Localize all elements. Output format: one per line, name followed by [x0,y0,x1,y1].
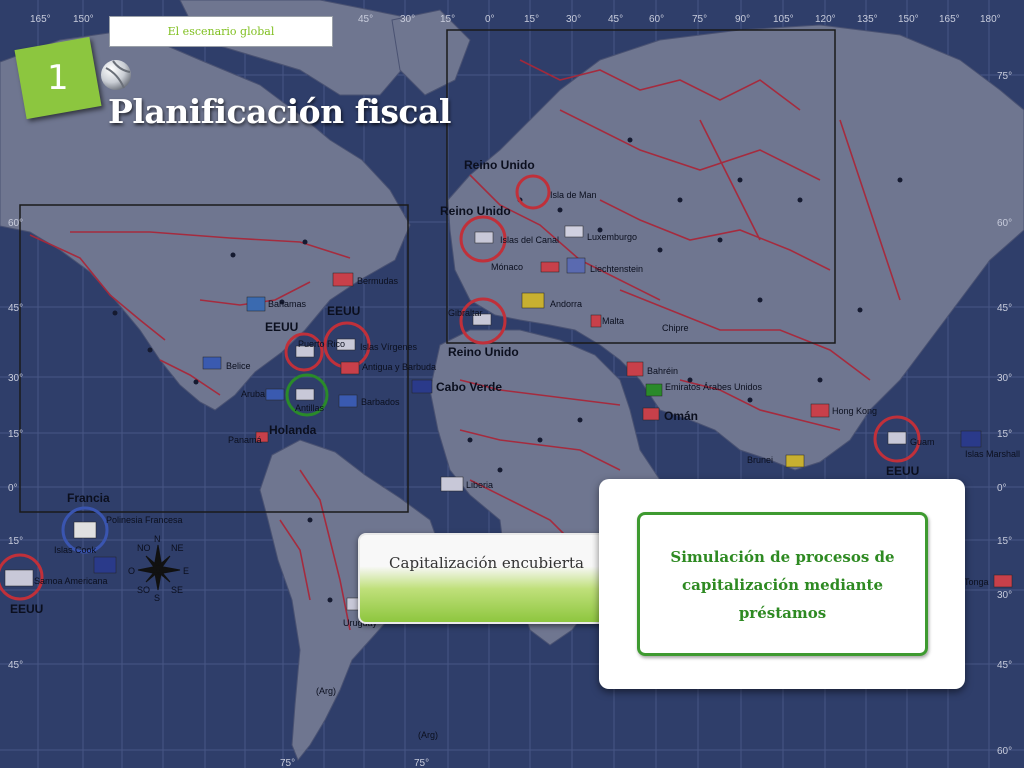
map-label: Reino Unido [464,158,535,172]
map-label: Islas Vírgenes [360,342,418,352]
map-label: Polinesia Francesa [106,515,183,525]
map-label: Liechtenstein [590,264,643,274]
map-label: Tonga [964,577,989,587]
compass-label: O [128,566,135,576]
latitude-label: 75° [997,71,1012,82]
map-label: Bahamas [268,299,307,309]
longitude-label: 180° [980,14,1001,25]
simulation-box[interactable]: Simulación de procesos de capitalización… [637,512,928,656]
longitude-label: 15° [440,14,455,25]
map-label: Emiratos Árabes Unidos [665,382,763,392]
map-label: Reino Unido [448,345,519,359]
latitude-label: 45° [8,660,23,671]
section-tag: El escenario global [109,16,333,47]
map-label: Francia [67,491,110,505]
capitalizacion-encubierta-button[interactable]: Capitalización encubierta [358,533,615,624]
globe-ball-icon [101,60,131,90]
section-number: 1 [47,58,69,99]
longitude-label: 105° [773,14,794,25]
map-label: EEUU [265,320,298,334]
compass-label: S [154,593,160,603]
map-label: Aruba [241,389,265,399]
map-label: Islas Marshall [965,449,1020,459]
map-label: (Arg) [418,730,438,740]
latitude-label: 0° [997,483,1007,494]
longitude-label: 120° [815,14,836,25]
map-label: Holanda [269,423,317,437]
map-label: Panamá [228,435,262,445]
map-label: Malta [602,316,624,326]
latitude-label: 15° [8,536,23,547]
compass-label: NO [137,543,151,553]
map-label: EEUU [10,602,43,616]
latitude-label: 0° [8,483,18,494]
longitude-label: 15° [524,14,539,25]
map-label: Liberia [466,480,493,490]
map-label: Brunei [747,455,773,465]
map-label: Samoa Americana [34,576,108,586]
map-label: Bermudas [357,276,399,286]
latitude-label: 30° [997,590,1012,601]
longitude-label: 0° [485,14,495,25]
longitude-label: 150° [898,14,919,25]
longitude-label: 30° [566,14,581,25]
latitude-label: 45° [997,303,1012,314]
map-label: Islas Cook [54,545,97,555]
map-label: (Arg) [316,686,336,696]
longitude-label: 45° [608,14,623,25]
longitude-label: 165° [939,14,960,25]
info-panel: Simulación de procesos de capitalización… [599,479,965,689]
map-label: Gibraltar [448,308,483,318]
compass-label: SO [137,585,150,595]
longitude-label: 45° [358,14,373,25]
longitude-label: 75° [692,14,707,25]
latitude-label: 45° [997,660,1012,671]
map-label: Bahréin [647,366,678,376]
latitude-label: 30° [8,373,23,384]
latitude-label: 15° [997,536,1012,547]
map-label: Luxemburgo [587,232,637,242]
map-label: Chipre [662,323,689,333]
map-label: EEUU [327,304,360,318]
latitude-label: 45° [8,303,23,314]
longitude-label: 30° [400,14,415,25]
page-title: Planificación fiscal [108,92,451,131]
map-label: Belice [226,361,251,371]
map-label: Reino Unido [440,204,511,218]
latitude-label: 60° [8,218,23,229]
longitude-label: 75° [280,758,295,768]
longitude-label: 60° [649,14,664,25]
latitude-label: 15° [997,429,1012,440]
compass-label: SE [171,585,183,595]
map-label: Cabo Verde [436,380,502,394]
latitude-label: 60° [997,746,1012,757]
map-label: Omán [664,409,698,423]
capitalizacion-encubierta-label: Capitalización encubierta [389,554,584,572]
map-label: Barbados [361,397,400,407]
map-label: Mónaco [491,262,523,272]
section-tag-label: El escenario global [167,25,275,38]
latitude-label: 60° [997,218,1012,229]
latitude-label: 15° [8,429,23,440]
compass-label: E [183,566,189,576]
map-label: Islas del Canal [500,235,559,245]
longitude-label: 150° [73,14,94,25]
section-number-badge: 1 [14,36,102,120]
map-label: Antigua y Barbuda [362,362,436,372]
map-label: Hong Kong [832,406,877,416]
compass-label: NE [171,543,184,553]
map-label: Isla de Man [550,190,597,200]
latitude-label: 30° [997,373,1012,384]
map-label: Andorra [550,299,582,309]
compass-label: N [154,534,161,544]
longitude-label: 90° [735,14,750,25]
map-label: Antillas [295,403,325,413]
simulation-text: Simulación de procesos de capitalización… [670,548,895,622]
longitude-label: 135° [857,14,878,25]
longitude-label: 75° [414,758,429,768]
map-label: EEUU [886,464,919,478]
longitude-label: 165° [30,14,51,25]
map-label: Guam [910,437,935,447]
map-label: Puerto Rico [298,339,345,349]
